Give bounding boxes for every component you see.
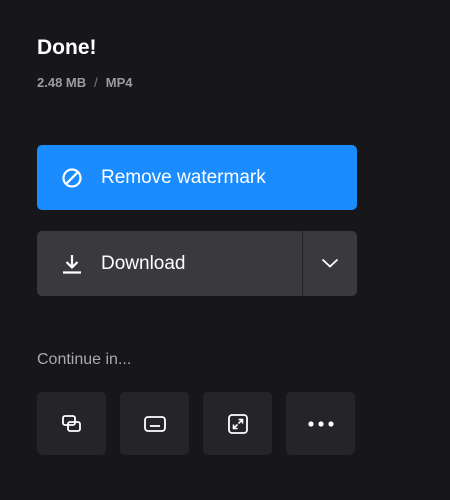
meta-separator: / [94,75,98,90]
download-button[interactable]: Download [37,231,302,296]
tool-button-subtitle[interactable] [120,392,189,455]
resize-icon [227,413,249,435]
file-meta: 2.48 MB / MP4 [37,75,133,91]
tool-button-more[interactable] [286,392,355,455]
export-panel: Done! 2.48 MB / MP4 Remove watermark Downl… [0,0,450,500]
subtitle-icon [143,414,167,434]
more-icon [307,420,335,428]
remove-watermark-button[interactable]: Remove watermark [37,145,357,210]
continue-in-label: Continue in... [37,351,132,368]
file-size: 2.48 MB [37,75,87,90]
prohibited-icon [61,167,83,189]
download-label: Download [101,252,186,274]
download-icon [61,253,83,275]
download-options-button[interactable] [303,231,357,296]
page-title: Done! [37,36,97,59]
tool-button-resize[interactable] [203,392,272,455]
continue-tools [37,392,355,455]
tool-button-layers[interactable] [37,392,106,455]
layers-icon [61,414,83,434]
file-format: MP4 [105,75,133,90]
chevron-down-icon [321,255,339,273]
remove-watermark-label: Remove watermark [101,166,266,188]
download-split-button: Download [37,231,357,296]
